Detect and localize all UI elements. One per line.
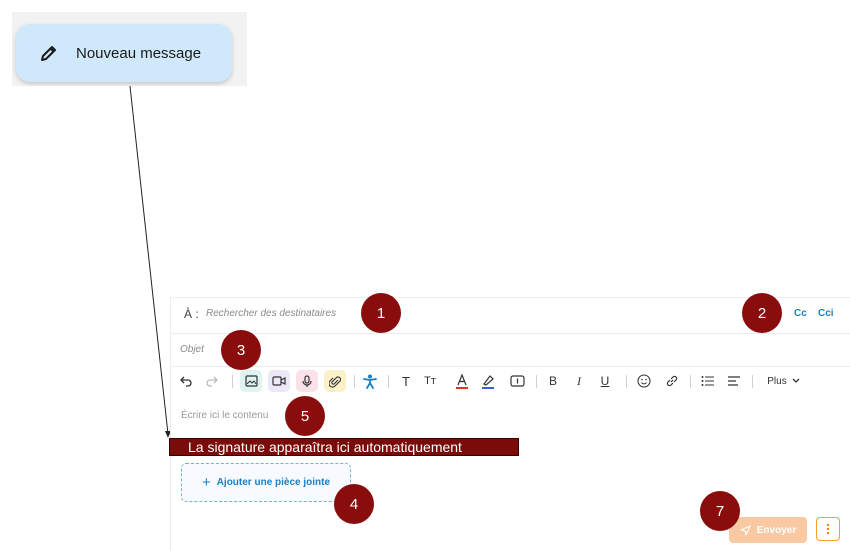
toolbar-separator (690, 375, 691, 388)
video-icon[interactable] (268, 370, 290, 392)
marker-4: 4 (334, 484, 374, 524)
toolbar-separator (536, 375, 537, 388)
signature-annotation: La signature apparaîtra ici automatiquem… (169, 438, 519, 456)
text-style-button[interactable]: T (398, 370, 414, 392)
italic-button[interactable]: I (572, 370, 586, 392)
highlight-icon[interactable] (480, 370, 496, 392)
to-label: À : (184, 307, 199, 321)
text-box-icon[interactable] (508, 370, 526, 392)
marker-1: 1 (361, 293, 401, 333)
toolbar-separator (752, 375, 753, 388)
add-attachment-label: Ajouter une pièce jointe (216, 477, 331, 488)
toolbar-separator (626, 375, 627, 388)
formatting-toolbar: T Tт B I U Plus (176, 370, 846, 396)
text-color-icon[interactable] (454, 370, 470, 392)
add-attachment-button[interactable]: + Ajouter une pièce jointe (181, 463, 351, 502)
subject-row (170, 334, 850, 367)
marker-3: 3 (221, 330, 261, 370)
marker-2: 2 (742, 293, 782, 333)
image-icon[interactable] (240, 370, 262, 392)
toolbar-separator (354, 375, 355, 388)
body-placeholder[interactable]: Écrire ici le contenu (181, 410, 268, 421)
bcc-button[interactable]: Cci (818, 308, 834, 319)
more-tools-button[interactable]: Plus (762, 370, 806, 392)
align-icon[interactable] (726, 370, 742, 392)
link-icon[interactable] (664, 370, 680, 392)
send-button[interactable]: Envoyer (729, 517, 807, 543)
toolbar-separator (232, 375, 233, 388)
cc-button[interactable]: Cc (794, 308, 807, 319)
underline-button[interactable]: U (598, 370, 612, 392)
more-options-button[interactable] (816, 517, 840, 541)
marker-5: 5 (285, 396, 325, 436)
bullet-list-icon[interactable] (700, 370, 716, 392)
redo-icon[interactable] (204, 370, 220, 392)
recipients-input[interactable] (206, 308, 606, 319)
accessibility-icon[interactable] (362, 370, 378, 392)
toolbar-separator (388, 375, 389, 388)
text-size-button[interactable]: Tт (420, 370, 440, 392)
plus-icon: + (201, 474, 211, 491)
emoji-icon[interactable] (636, 370, 652, 392)
vertical-dots-icon (826, 523, 830, 535)
new-message-label: Nouveau message (76, 44, 202, 62)
bold-button[interactable]: B (546, 370, 560, 392)
more-tools-label: Plus (767, 375, 787, 387)
send-icon (740, 524, 751, 536)
chevron-down-icon (792, 378, 800, 383)
attachment-icon[interactable] (324, 370, 346, 392)
pencil-icon (38, 42, 60, 64)
marker-7: 7 (700, 491, 740, 531)
new-message-button[interactable]: Nouveau message (16, 24, 232, 82)
undo-icon[interactable] (178, 370, 194, 392)
send-label: Envoyer (756, 524, 797, 536)
microphone-icon[interactable] (296, 370, 318, 392)
